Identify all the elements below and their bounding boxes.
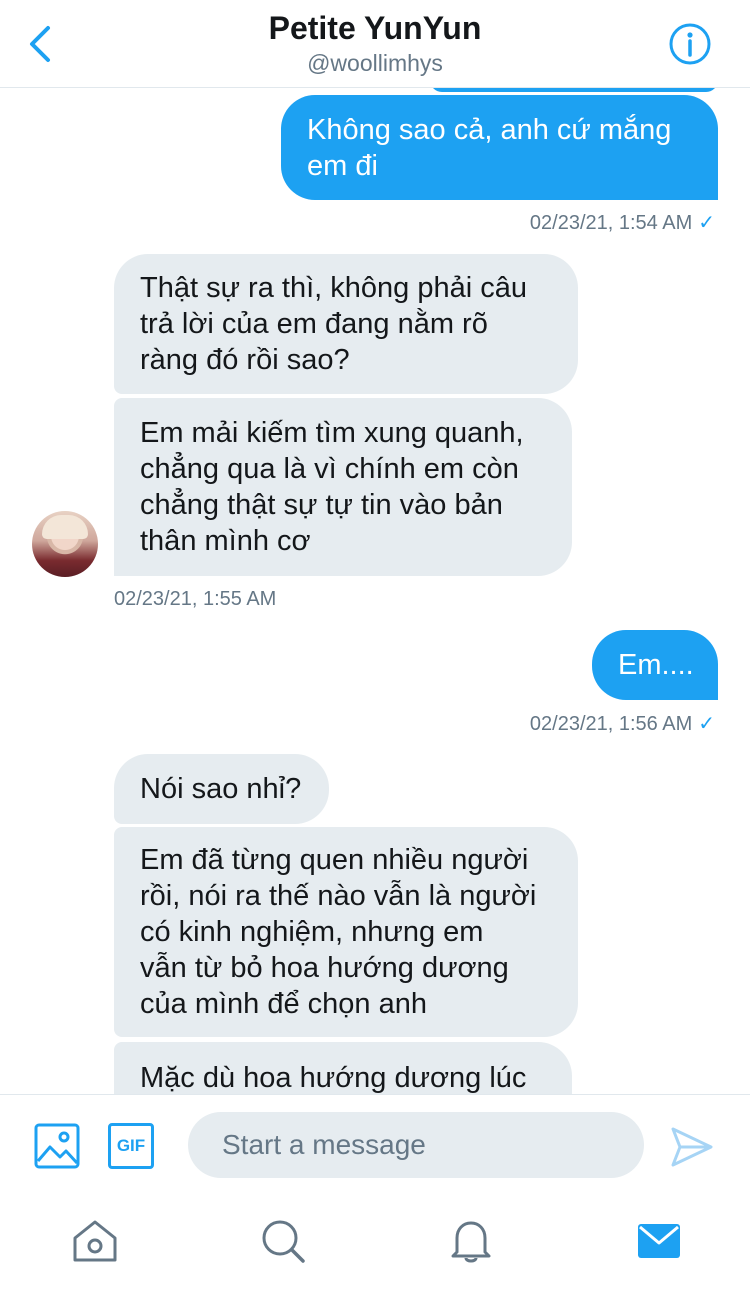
conversation-header: Petite YunYun @woollimhys [0, 0, 750, 88]
message-line: thân mình cơ [140, 525, 311, 557]
message-bubble-sent[interactable]: Em.... [592, 630, 718, 700]
message-composer: GIF [0, 1094, 750, 1198]
message-line: Em.... [618, 649, 694, 681]
add-image-button[interactable] [34, 1123, 80, 1174]
add-gif-button[interactable]: GIF [108, 1123, 154, 1169]
read-check-icon: ✓ [698, 713, 715, 735]
message-line: ràng đó rồi sao? [140, 344, 350, 376]
message-line: Thật sự ra thì, không phải câu [140, 272, 527, 304]
message-line: rồi, nói ra thế nào vẫn là người [140, 880, 537, 912]
message-line: Em đã từng quen nhiều người [140, 844, 529, 876]
tab-home[interactable] [70, 1216, 120, 1266]
image-icon [34, 1123, 80, 1169]
conversation-handle[interactable]: @woollimhys [0, 50, 750, 77]
message-line: Nói sao nhỉ? [140, 773, 302, 805]
notifications-icon [451, 1221, 491, 1263]
tab-search[interactable] [258, 1216, 308, 1266]
previous-message-sliver [430, 88, 718, 92]
message-line: của mình để chọn anh [140, 988, 427, 1020]
message-bubble-received[interactable]: Em mải kiếm tìm xung quanh, chẳng qua là… [114, 398, 572, 576]
send-button[interactable] [670, 1125, 714, 1174]
message-input[interactable] [188, 1112, 644, 1178]
search-icon [262, 1220, 305, 1263]
read-check-icon: ✓ [698, 212, 715, 234]
message-bubble-received[interactable]: Nói sao nhỉ? [114, 754, 329, 824]
message-bubble-received[interactable]: Mặc dù hoa hướng dương lúc [114, 1042, 572, 1094]
message-line: Mặc dù hoa hướng dương lúc [140, 1062, 527, 1094]
message-line: có kinh nghiệm, nhưng em [140, 916, 484, 948]
home-icon [73, 1220, 117, 1262]
info-circle-icon [669, 23, 711, 65]
message-bubble-sent[interactable]: Không sao cả, anh cứ mắng em đi [281, 95, 718, 200]
message-timestamp: 02/23/21, 1:55 AM [114, 588, 277, 610]
message-bubble-received[interactable]: Thật sự ra thì, không phải câu trả lời c… [114, 254, 578, 394]
message-line: chẳng qua là vì chính em còn [140, 453, 519, 485]
conversation-title[interactable]: Petite YunYun [0, 10, 750, 47]
messages-icon [638, 1224, 680, 1258]
avatar[interactable] [32, 511, 98, 577]
message-timestamp: 02/23/21, 1:56 AM ✓ [529, 713, 715, 735]
info-button[interactable] [668, 22, 712, 66]
message-bubble-received[interactable]: Em đã từng quen nhiều người rồi, nói ra … [114, 827, 578, 1037]
message-timestamp: 02/23/21, 1:54 AM ✓ [529, 212, 715, 234]
message-line: chẳng thật sự tự tin vào bản [140, 489, 503, 521]
gif-icon: GIF [116, 1136, 146, 1155]
tab-messages[interactable] [634, 1216, 684, 1266]
message-thread[interactable]: Không sao cả, anh cứ mắng em đi 02/23/21… [0, 88, 750, 1094]
message-line: trả lời của em đang nằm rõ [140, 308, 488, 340]
send-icon [671, 1127, 713, 1167]
message-line: Em mải kiếm tìm xung quanh, [140, 417, 524, 449]
message-line: em đi [307, 149, 378, 182]
message-line: vẫn từ bỏ hoa hướng dương [140, 952, 509, 984]
message-line: Không sao cả, anh cứ mắng [307, 113, 672, 146]
tab-bar [0, 1198, 750, 1293]
tab-notifications[interactable] [446, 1216, 496, 1266]
